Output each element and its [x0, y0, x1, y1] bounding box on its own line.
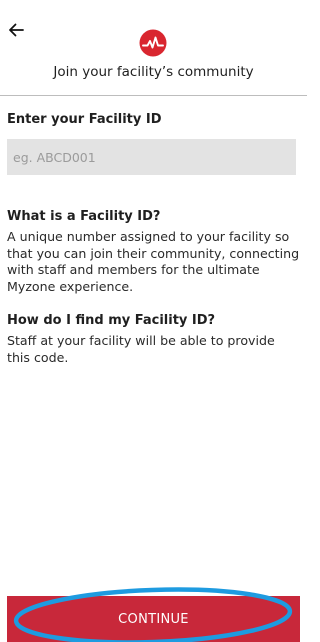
page-title: Join your facility’s community	[53, 64, 254, 80]
join-facility-screen: Join your facility’s community Enter you…	[0, 0, 307, 642]
facility-id-field-container[interactable]	[7, 139, 296, 175]
faq-item-what-is-id: What is a Facility ID? A unique number a…	[7, 209, 300, 295]
header: Join your facility’s community	[0, 0, 307, 96]
faq-answer: Staff at your facility will be able to p…	[7, 333, 275, 365]
facility-id-input[interactable]	[13, 149, 296, 165]
faq-item-how-to-find-id: How do I find my Facility ID? Staff at y…	[7, 313, 300, 366]
faq-question: What is a Facility ID?	[7, 209, 161, 224]
faq-question: How do I find my Facility ID?	[7, 313, 216, 328]
myzone-heartbeat-logo-icon	[139, 29, 167, 57]
faq-answer: A unique number assigned to your facilit…	[7, 229, 300, 294]
continue-button[interactable]: CONTINUE	[7, 596, 300, 642]
facility-id-label: Enter your Facility ID	[7, 112, 162, 127]
back-button[interactable]	[4, 18, 28, 42]
arrow-left-icon	[9, 23, 24, 37]
main-content: Enter your Facility ID What is a Facilit…	[7, 112, 300, 366]
